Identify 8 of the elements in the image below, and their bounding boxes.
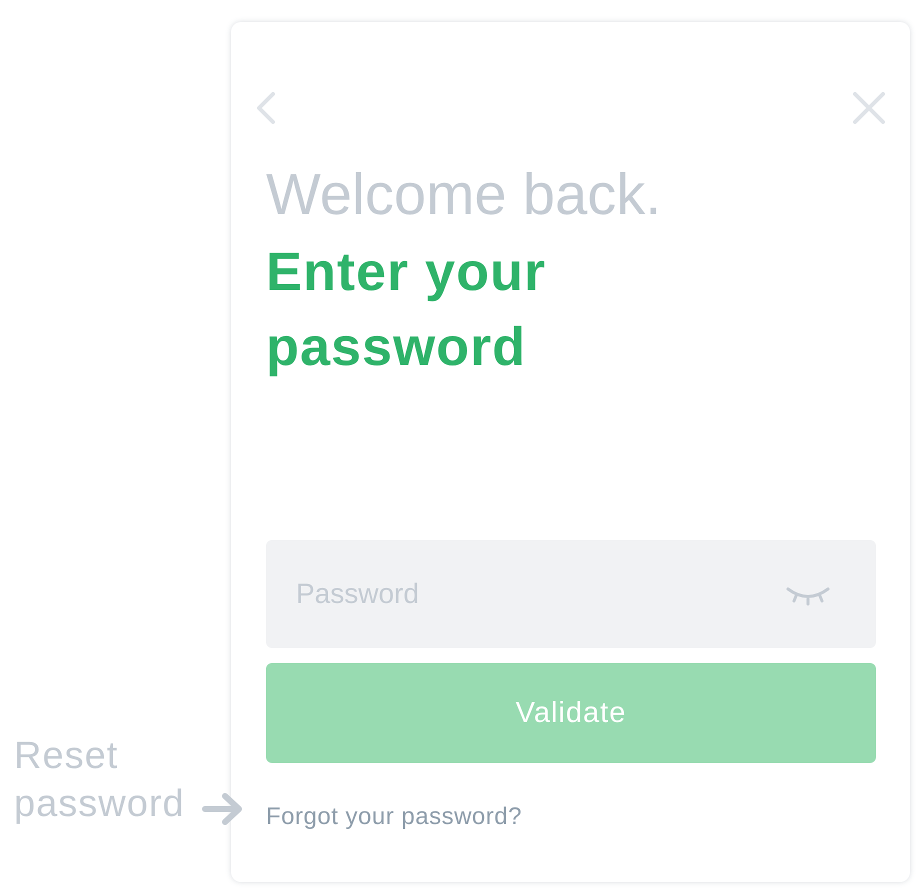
annotation-label: Reset password bbox=[14, 734, 186, 827]
arrow-icon bbox=[202, 792, 244, 826]
forgot-password-link[interactable]: Forgot your password? bbox=[266, 803, 522, 831]
greeting-text: Welcome back. bbox=[266, 161, 662, 229]
heading-text: Enter your password bbox=[266, 241, 548, 379]
back-button[interactable] bbox=[256, 91, 278, 125]
close-button[interactable] bbox=[852, 91, 886, 125]
closed-eye-icon[interactable] bbox=[786, 586, 830, 606]
